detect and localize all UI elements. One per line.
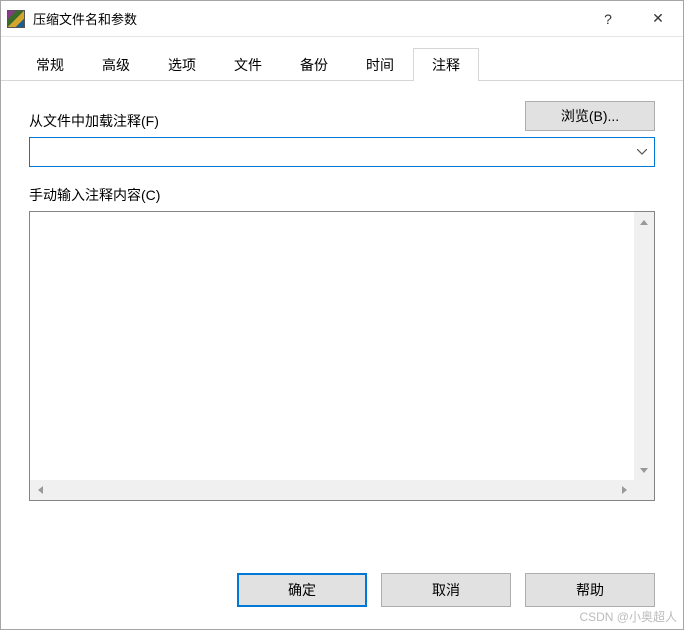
dialog-window: 压缩文件名和参数 ? ✕ 常规 高级 选项 文件 备份 时间 注释 从文件中加载… xyxy=(0,0,684,630)
scroll-left-icon[interactable] xyxy=(30,480,50,500)
close-icon[interactable]: ✕ xyxy=(633,1,683,36)
tab-advanced[interactable]: 高级 xyxy=(83,48,149,81)
app-icon xyxy=(7,10,25,28)
tab-panel-comment: 从文件中加载注释(F) 浏览(B)... 手动输入注释内容(C) xyxy=(1,81,683,517)
file-path-input[interactable] xyxy=(30,144,630,160)
scroll-up-icon[interactable] xyxy=(634,212,654,232)
help-button[interactable]: 帮助 xyxy=(525,573,655,607)
help-icon[interactable]: ? xyxy=(583,1,633,36)
manual-input-label: 手动输入注释内容(C) xyxy=(29,185,655,205)
tab-strip: 常规 高级 选项 文件 备份 时间 注释 xyxy=(1,37,683,81)
load-from-file-label: 从文件中加载注释(F) xyxy=(29,111,159,131)
load-row: 从文件中加载注释(F) 浏览(B)... xyxy=(29,101,655,131)
tab-options[interactable]: 选项 xyxy=(149,48,215,81)
browse-button[interactable]: 浏览(B)... xyxy=(525,101,655,131)
cancel-button[interactable]: 取消 xyxy=(381,573,511,607)
dialog-button-row: 确定 取消 帮助 xyxy=(237,573,655,607)
titlebar: 压缩文件名和参数 ? ✕ xyxy=(1,1,683,37)
tab-files[interactable]: 文件 xyxy=(215,48,281,81)
horizontal-scrollbar[interactable] xyxy=(30,480,634,500)
scroll-corner xyxy=(634,480,654,500)
scroll-right-icon[interactable] xyxy=(614,480,634,500)
file-path-combobox[interactable] xyxy=(29,137,655,167)
tab-time[interactable]: 时间 xyxy=(347,48,413,81)
tab-general[interactable]: 常规 xyxy=(17,48,83,81)
titlebar-buttons: ? ✕ xyxy=(583,1,683,36)
comment-textarea[interactable] xyxy=(30,212,634,480)
chevron-down-icon[interactable] xyxy=(630,138,654,166)
window-title: 压缩文件名和参数 xyxy=(33,9,583,28)
vertical-scrollbar[interactable] xyxy=(634,212,654,480)
scroll-down-icon[interactable] xyxy=(634,460,654,480)
ok-button[interactable]: 确定 xyxy=(237,573,367,607)
tab-comment[interactable]: 注释 xyxy=(413,48,479,81)
watermark: CSDN @小奥超人 xyxy=(579,608,677,625)
tab-backup[interactable]: 备份 xyxy=(281,48,347,81)
comment-textarea-container xyxy=(29,211,655,501)
